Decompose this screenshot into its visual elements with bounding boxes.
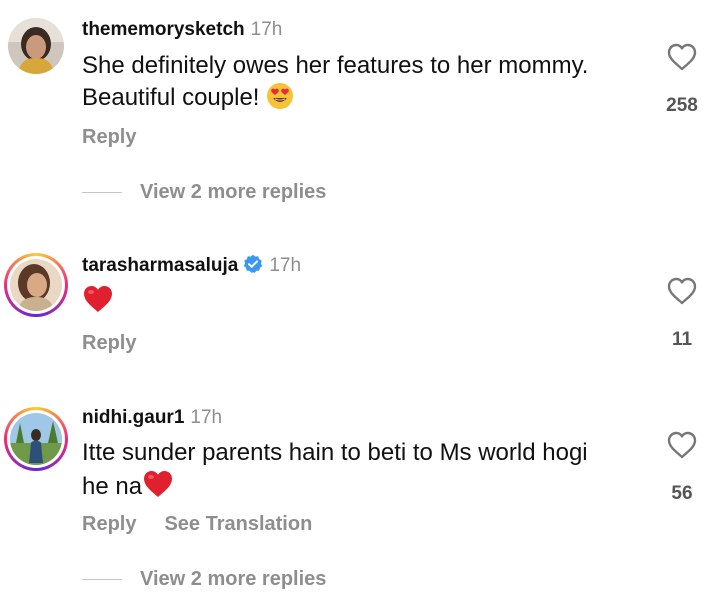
username[interactable]: thememorysketch	[82, 19, 245, 40]
like-control: 11	[664, 276, 700, 351]
avatar	[10, 413, 62, 465]
heart-outline-icon[interactable]	[664, 430, 700, 465]
replies-divider	[82, 579, 122, 581]
view-replies-button[interactable]: View 2 more replies	[82, 181, 326, 204]
view-replies-button[interactable]: View 2 more replies	[82, 568, 326, 591]
replies-divider	[82, 192, 122, 194]
red-heart-emoji-icon	[82, 284, 114, 323]
reply-button[interactable]: Reply	[82, 513, 136, 535]
comment-actions: Reply	[82, 126, 136, 149]
reply-button[interactable]: Reply	[82, 332, 136, 354]
like-count: 258	[666, 95, 698, 116]
comment-actions: Reply See Translation	[82, 513, 312, 536]
heart-outline-icon[interactable]	[664, 42, 700, 77]
reply-button[interactable]: Reply	[82, 126, 136, 148]
like-control: 56	[664, 430, 700, 505]
timestamp: 17h	[269, 255, 302, 276]
comment-text: She definitely owes her features to her …	[82, 50, 602, 119]
see-translation-button[interactable]: See Translation	[164, 513, 312, 535]
view-replies-label: View 2 more replies	[140, 181, 327, 203]
timestamp: 17h	[190, 407, 223, 428]
heart-outline-icon[interactable]	[664, 276, 700, 311]
comment-actions: Reply	[82, 332, 136, 355]
view-replies-label: View 2 more replies	[140, 568, 327, 590]
username[interactable]: nidhi.gaur1	[82, 407, 184, 428]
verified-badge-icon	[243, 254, 263, 280]
like-control: 258	[664, 42, 700, 117]
avatar-story-ring[interactable]	[4, 253, 68, 317]
avatar[interactable]	[8, 18, 64, 74]
like-count: 11	[671, 329, 693, 350]
red-heart-emoji-icon	[142, 469, 174, 508]
avatar	[10, 259, 62, 311]
username[interactable]: tarasharmasaluja	[82, 255, 238, 276]
comment-header: nidhi.gaur1 17h	[82, 407, 222, 429]
avatar-story-ring[interactable]	[4, 407, 68, 471]
comment-text-content: She definitely owes her features to her …	[82, 52, 589, 111]
heart-eyes-emoji-icon	[266, 82, 294, 119]
comment-header: tarasharmasaluja 17h	[82, 254, 301, 280]
comment-header: thememorysketch 17h	[82, 19, 282, 41]
timestamp: 17h	[250, 19, 283, 40]
like-count: 56	[671, 483, 693, 504]
comment-text: Itte sunder parents hain to beti to Ms w…	[82, 437, 602, 508]
comment-text	[82, 284, 602, 323]
